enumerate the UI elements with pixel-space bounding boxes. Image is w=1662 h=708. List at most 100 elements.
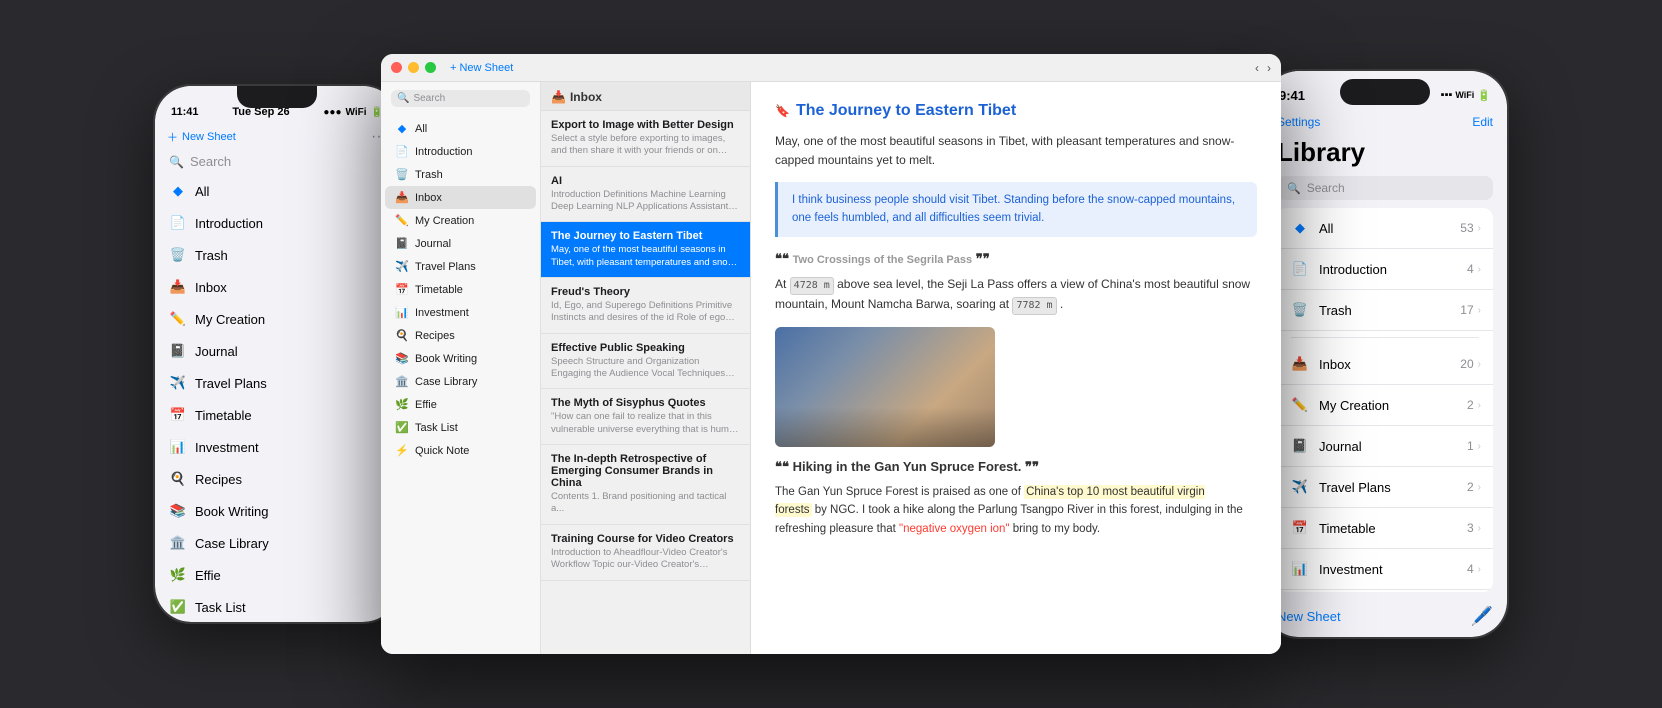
minimize-button[interactable] [408,62,419,73]
negative-ion-link[interactable]: "negative oxygen ion" [899,523,1009,535]
sidebar-item-introduction[interactable]: 📄 Introduction [385,140,536,163]
arrow-icon: › [1478,564,1481,575]
intro-icon: 📄 [1289,258,1311,280]
new-sheet-button-right[interactable]: New Sheet [1277,609,1341,624]
investment-icon: 📊 [395,306,409,319]
nav-book-writing[interactable]: 📚 Book Writing › [155,495,399,527]
sidebar-item-travel-plans[interactable]: ✈️ Travel Plans [385,255,536,278]
ir-item-introduction[interactable]: 📄 Introduction 4 › [1277,249,1493,290]
highlight-virgin-forests: China's top 10 most beautiful virgin for… [775,485,1205,517]
nav-my-creation[interactable]: ✏️ My Creation [155,303,399,335]
note-section-2-body: At 4728 m above sea level, the Seji La P… [775,275,1257,315]
note-item-freud[interactable]: Freud's Theory Id, Ego, and Superego Def… [541,278,750,334]
note-para-1: May, one of the most beautiful seasons i… [775,132,1257,170]
nav-journal[interactable]: 📓 Journal [155,335,399,367]
note-list-panel: 📥 Inbox Export to Image with Better Desi… [541,82,751,654]
iphone-left-notch [237,86,317,108]
sidebar-item-all[interactable]: ◆ All [385,117,536,140]
sidebar-item-investment[interactable]: 📊 Investment [385,301,536,324]
note-item-ai[interactable]: AI Introduction Definitions Machine Lear… [541,167,750,223]
journal-icon: 📓 [1289,435,1311,457]
settings-link[interactable]: Settings [1277,115,1320,129]
trash-icon: 🗑️ [395,168,409,181]
quick-note-icon: ⚡ [395,444,409,457]
ir-item-travel-plans[interactable]: ✈️ Travel Plans 2 › [1277,467,1493,508]
sidebar-item-effie[interactable]: 🌿 Effie [385,393,536,416]
nav-task-list[interactable]: ✅ Task List [155,591,399,622]
note-item-tibet[interactable]: The Journey to Eastern Tibet May, one of… [541,222,750,278]
arrow-icon: › [1478,264,1481,275]
ir-item-timetable[interactable]: 📅 Timetable 3 › [1277,508,1493,549]
nav-introduction[interactable]: 📄 Introduction [155,207,399,239]
note-section-2-title: ❝❝ Two Crossings of the Segrila Pass ❞❞ [775,251,1257,267]
nav-recipes[interactable]: 🍳 Recipes [155,463,399,495]
note-item-export[interactable]: Export to Image with Better Design Selec… [541,111,750,167]
sidebar-item-journal[interactable]: 📓 Journal [385,232,536,255]
nav-effie[interactable]: 🌿 Effie [155,559,399,591]
sidebar-item-my-creation[interactable]: ✏️ My Creation [385,209,536,232]
edit-button[interactable]: Edit [1472,115,1493,129]
ir-item-investment[interactable]: 📊 Investment 4 › [1277,549,1493,590]
my-creation-icon: ✏️ [169,310,187,328]
hiking-body: The Gan Yun Spruce Forest is praised as … [775,483,1257,538]
sidebar-item-task-list[interactable]: ✅ Task List [385,416,536,439]
altitude2-badge: 7782 m [1012,297,1056,315]
task-list-icon: ✅ [395,421,409,434]
investment-icon: 📊 [169,438,187,456]
status-icons: ●●● WiFi 🔋 [323,107,383,118]
all-icon: ◆ [1289,217,1311,239]
ir-item-journal[interactable]: 📓 Journal 1 › [1277,426,1493,467]
inbox-icon: 📥 [395,191,409,204]
ir-item-inbox[interactable]: 📥 Inbox 20 › [1277,344,1493,385]
my-creation-icon: ✏️ [395,214,409,227]
nav-investment[interactable]: 📊 Investment [155,431,399,463]
case-library-icon: 🏛️ [395,375,409,388]
sidebar-item-book-writing[interactable]: 📚 Book Writing [385,347,536,370]
recipes-icon: 🍳 [395,329,409,342]
nav-all[interactable]: ◆ All [155,175,399,207]
sidebar-search[interactable]: 🔍 Search [391,90,530,107]
search-row[interactable]: 🔍 Search [155,150,399,175]
sidebar-item-trash[interactable]: 🗑️ Trash [385,163,536,186]
sidebar-item-timetable[interactable]: 📅 Timetable [385,278,536,301]
journal-icon: 📓 [169,342,187,360]
note-quote: I think business people should visit Tib… [775,182,1257,237]
new-sheet-button-mac[interactable]: + New Sheet [450,62,513,74]
close-button[interactable] [391,62,402,73]
note-item-speaking[interactable]: Effective Public Speaking Speech Structu… [541,334,750,390]
sidebar-item-recipes[interactable]: 🍳 Recipes [385,324,536,347]
recipes-icon: 🍳 [169,470,187,488]
ir-item-recipes[interactable]: 🍳 Recipes 5 › [1277,590,1493,592]
status-icons-right: ▪▪▪ WiFi 🔋 [1441,89,1491,102]
intro-icon: 📄 [169,214,187,232]
tibet-mountain-image [775,327,995,447]
nav-travel-plans[interactable]: ✈️ Travel Plans [155,367,399,399]
ir-item-all[interactable]: ◆ All 53 › [1277,208,1493,249]
note-item-training[interactable]: Training Course for Video Creators Intro… [541,525,750,581]
ir-item-my-creation[interactable]: ✏️ My Creation 2 › [1277,385,1493,426]
macbook: + New Sheet ‹ › 🔍 Search [381,54,1281,654]
ir-search-bar[interactable]: 🔍 Search [1277,176,1493,200]
inbox-icon: 📥 [1289,353,1311,375]
travel-icon: ✈️ [169,374,187,392]
sidebar-item-case-library[interactable]: 🏛️ Case Library [385,370,536,393]
list-divider [1291,337,1479,338]
new-sheet-button[interactable]: ＋ New Sheet [167,129,236,145]
maximize-button[interactable] [425,62,436,73]
ir-item-trash[interactable]: 🗑️ Trash 17 › [1277,290,1493,331]
ir-navbar: Settings Edit [1263,111,1507,135]
compose-icon[interactable]: 🖊️ [1471,606,1493,627]
search-icon: 🔍 [169,155,184,169]
sidebar-header: 🔍 Search [381,82,540,117]
nav-timetable[interactable]: 📅 Timetable [155,399,399,431]
sidebar-item-quick-note[interactable]: ⚡ Quick Note [385,439,536,462]
note-item-sisyphus[interactable]: The Myth of Sisyphus Quotes "How can one… [541,389,750,445]
sidebar-item-inbox[interactable]: 📥 Inbox [385,186,536,209]
nav-case-library[interactable]: 🏛️ Case Library › [155,527,399,559]
dynamic-island [1340,79,1430,105]
investment-icon: 📊 [1289,558,1311,580]
arrow-icon: › [1478,359,1481,370]
nav-inbox[interactable]: 📥 Inbox [155,271,399,303]
nav-trash[interactable]: 🗑️ Trash › [155,239,399,271]
note-item-china[interactable]: The In-depth Retrospective of Emerging C… [541,445,750,525]
